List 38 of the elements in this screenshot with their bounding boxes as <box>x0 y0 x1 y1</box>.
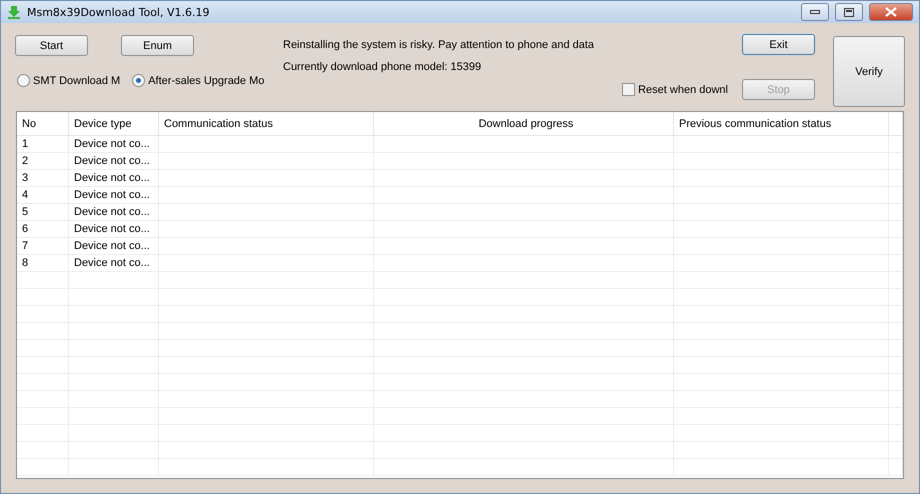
window-title: Msm8x39Download Tool, V1.6.19 <box>27 6 210 18</box>
table-cell: Device not co... <box>69 170 159 186</box>
table-cell: Device not co... <box>69 187 159 203</box>
column-header[interactable]: Previous communication status <box>674 112 889 135</box>
column-header[interactable]: Device type <box>69 112 159 135</box>
verify-button[interactable]: Verify <box>833 36 905 107</box>
maximize-icon <box>844 8 854 16</box>
start-button[interactable]: Start <box>15 35 88 56</box>
close-icon <box>885 7 897 17</box>
table-cell: Device not co... <box>69 238 159 254</box>
minimize-button[interactable] <box>801 3 829 21</box>
minimize-icon <box>810 10 820 14</box>
column-header[interactable]: No <box>17 112 69 135</box>
table-cell: 5 <box>17 204 69 220</box>
close-button[interactable] <box>869 3 913 21</box>
table-cell: 1 <box>17 136 69 152</box>
table-cell: Device not co... <box>69 153 159 169</box>
reset-checkbox[interactable]: Reset when downl <box>622 83 728 96</box>
table-cell: 6 <box>17 221 69 237</box>
enum-button[interactable]: Enum <box>121 35 194 56</box>
table-cell: Device not co... <box>69 221 159 237</box>
maximize-button[interactable] <box>835 3 863 21</box>
table-cell: Device not co... <box>69 204 159 220</box>
download-arrow-icon <box>7 4 21 20</box>
column-header[interactable]: Download progress <box>374 112 674 135</box>
table-cell: 2 <box>17 153 69 169</box>
table-cell: 8 <box>17 255 69 271</box>
mode-radio[interactable]: After-sales Upgrade Mo <box>132 74 264 87</box>
table-cell: Device not co... <box>69 136 159 152</box>
table-cell: 4 <box>17 187 69 203</box>
column-header[interactable]: Communication status <box>159 112 374 135</box>
table-cell: 3 <box>17 170 69 186</box>
info-message: Reinstalling the system is risky. Pay attention to phone and data <box>283 39 596 51</box>
exit-button[interactable]: Exit <box>742 34 815 55</box>
mode-radio[interactable]: SMT Download M <box>17 74 120 87</box>
info-message: Currently download phone model: 15399 <box>283 61 482 73</box>
table-cell: Device not co... <box>69 255 159 271</box>
table-cell: 7 <box>17 238 69 254</box>
